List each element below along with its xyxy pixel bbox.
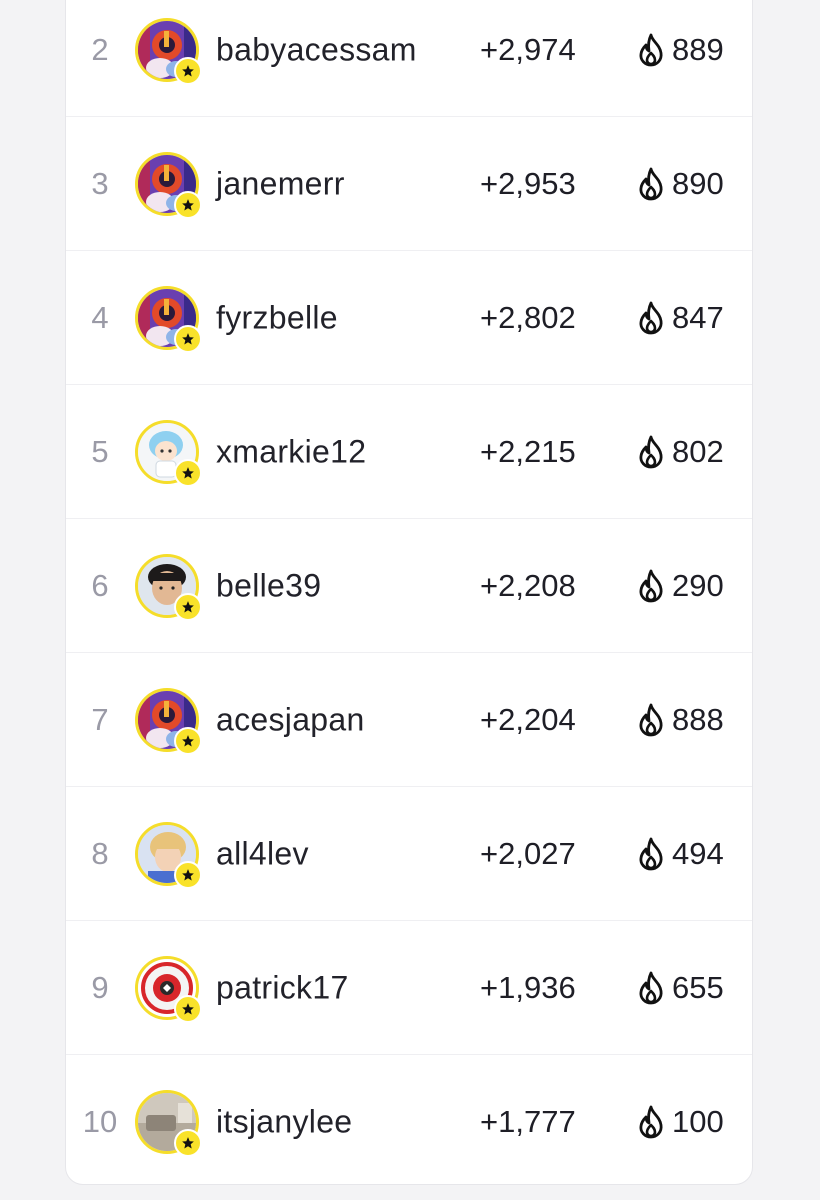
flame-icon: [639, 167, 663, 200]
streak-value: 802: [672, 433, 724, 469]
streak-value: 655: [672, 969, 724, 1005]
avatar[interactable]: [135, 955, 202, 1023]
avatar[interactable]: [135, 821, 202, 889]
flame-icon: [639, 703, 663, 736]
streak-value: 890: [672, 165, 724, 201]
points-value: +2,027: [480, 835, 576, 871]
streak: 889: [636, 32, 724, 68]
streak-value: 290: [672, 567, 724, 603]
flame-icon: [639, 971, 663, 1004]
leaderboard-row[interactable]: 7 acesjapan +2,204 888: [66, 653, 752, 787]
leaderboard-card: 2 babyacessam +2,974 889 3 janemerr +2,9…: [65, 0, 753, 1185]
star-icon: [174, 458, 202, 487]
points-value: +2,974: [480, 31, 576, 67]
streak: 655: [636, 970, 724, 1006]
leaderboard-row[interactable]: 5 xmarkie12 +2,215 802: [66, 385, 752, 519]
rank-number: 9: [91, 969, 109, 1005]
streak-value: 494: [672, 835, 724, 871]
star-icon: [174, 190, 202, 219]
streak: 890: [636, 166, 724, 202]
flame-icon: [639, 1105, 663, 1139]
avatar[interactable]: [135, 17, 202, 85]
rank-number: 10: [82, 1104, 118, 1139]
points-value: +1,936: [480, 969, 576, 1005]
leaderboard-row[interactable]: 2 babyacessam +2,974 889: [66, 0, 752, 117]
leaderboard-row[interactable]: 3 janemerr +2,953 890: [66, 117, 752, 251]
star-icon: [174, 1129, 202, 1157]
avatar[interactable]: [135, 687, 202, 755]
points-value: +2,208: [480, 567, 576, 603]
flame-icon: [639, 33, 663, 66]
avatar[interactable]: [135, 553, 202, 621]
rank-number: 2: [91, 31, 109, 67]
avatar[interactable]: [135, 419, 202, 487]
streak: 802: [636, 434, 724, 470]
streak-value: 100: [672, 1104, 724, 1139]
points-value: +1,777: [480, 1104, 576, 1139]
username[interactable]: xmarkie12: [216, 433, 366, 470]
username[interactable]: babyacessam: [216, 31, 417, 68]
username[interactable]: belle39: [216, 567, 321, 604]
flame-icon: [639, 301, 663, 334]
star-icon: [174, 56, 202, 85]
username[interactable]: all4lev: [216, 835, 309, 872]
star-icon: [174, 994, 202, 1023]
points-value: +2,953: [480, 165, 576, 201]
rank-number: 3: [91, 165, 109, 201]
points-value: +2,215: [480, 433, 576, 469]
streak: 847: [636, 300, 724, 336]
username[interactable]: fyrzbelle: [216, 299, 338, 336]
streak-value: 888: [672, 701, 724, 737]
username[interactable]: acesjapan: [216, 701, 365, 738]
username[interactable]: janemerr: [216, 165, 345, 202]
star-icon: [174, 592, 202, 621]
leaderboard-row[interactable]: 9 patrick17 +1,936 655: [66, 921, 752, 1055]
avatar[interactable]: [135, 285, 202, 353]
star-icon: [174, 726, 202, 755]
streak: 100: [636, 1104, 724, 1140]
streak: 888: [636, 702, 724, 738]
username[interactable]: itsjanylee: [216, 1104, 352, 1141]
streak: 290: [636, 568, 724, 604]
star-icon: [174, 860, 202, 889]
leaderboard-row[interactable]: 6 belle39 +2,208 290: [66, 519, 752, 653]
avatar[interactable]: [135, 1090, 202, 1157]
rank-number: 5: [91, 433, 109, 469]
avatar[interactable]: [135, 151, 202, 219]
streak-value: 889: [672, 31, 724, 67]
points-value: +2,802: [480, 299, 576, 335]
points-value: +2,204: [480, 701, 576, 737]
streak-value: 847: [672, 299, 724, 335]
rank-number: 6: [91, 567, 109, 603]
rank-number: 7: [91, 701, 109, 737]
flame-icon: [639, 837, 663, 870]
rank-number: 8: [91, 835, 109, 871]
flame-icon: [639, 435, 663, 468]
username[interactable]: patrick17: [216, 969, 349, 1006]
star-icon: [174, 324, 202, 353]
rank-number: 4: [91, 299, 109, 335]
leaderboard-row[interactable]: 10 itsjanylee +1,777 100: [66, 1055, 752, 1184]
streak: 494: [636, 836, 724, 872]
flame-icon: [639, 569, 663, 602]
leaderboard-row[interactable]: 4 fyrzbelle +2,802 847: [66, 251, 752, 385]
leaderboard-row[interactable]: 8 all4lev +2,027 494: [66, 787, 752, 921]
